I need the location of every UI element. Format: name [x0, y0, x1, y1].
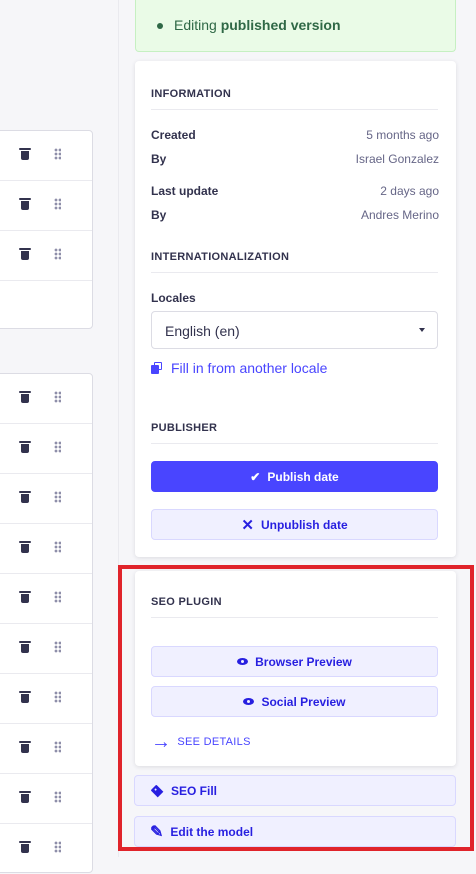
list-item — [0, 724, 92, 774]
trash-icon[interactable] — [19, 148, 31, 160]
list-item — [0, 474, 92, 524]
list-item — [0, 131, 92, 181]
drag-handle-icon[interactable] — [54, 741, 61, 753]
divider — [151, 109, 438, 110]
updated-by-label: By — [151, 208, 167, 222]
component-list-top — [0, 130, 93, 329]
locale-select-value: English (en) — [165, 323, 240, 339]
see-details-link[interactable]: → SEE DETAILS — [151, 732, 251, 752]
created-label: Created — [151, 128, 196, 142]
information-card: INFORMATION Created 5 months ago By Isra… — [135, 61, 456, 557]
drag-handle-icon[interactable] — [54, 491, 61, 503]
cross-icon: ✕ — [241, 516, 254, 534]
list-item — [0, 374, 92, 424]
browser-preview-label: Browser Preview — [255, 654, 352, 669]
browser-preview-button[interactable]: Browser Preview — [151, 646, 438, 677]
drag-handle-icon[interactable] — [54, 691, 61, 703]
copy-icon — [151, 362, 163, 374]
tag-icon — [150, 784, 164, 797]
information-heading: INFORMATION — [151, 88, 232, 100]
updated-value: 2 days ago — [380, 184, 439, 198]
trash-icon[interactable] — [19, 691, 31, 703]
seo-plugin-card: SEO PLUGIN Browser Preview Social Previe… — [135, 571, 456, 766]
created-by-label: By — [151, 152, 167, 166]
list-item — [0, 624, 92, 674]
trash-icon[interactable] — [19, 491, 31, 503]
see-details-label: SEE DETAILS — [177, 736, 251, 748]
list-item — [0, 574, 92, 624]
social-preview-label: Social Preview — [261, 694, 346, 709]
status-banner: Editing published version — [135, 0, 456, 52]
trash-icon[interactable] — [19, 741, 31, 753]
trash-icon[interactable] — [19, 441, 31, 453]
caret-down-icon — [419, 328, 425, 332]
unpublish-date-button[interactable]: ✕ Unpublish date — [151, 509, 438, 540]
drag-handle-icon[interactable] — [54, 641, 61, 653]
eye-icon — [237, 658, 249, 665]
list-item — [0, 231, 92, 281]
fill-from-locale-label: Fill in from another locale — [171, 360, 328, 376]
publish-date-button[interactable]: ✔ Publish date — [151, 461, 438, 492]
divider — [151, 617, 438, 618]
arrow-right-icon: → — [151, 731, 172, 753]
drag-handle-icon[interactable] — [54, 591, 61, 603]
list-item — [0, 824, 92, 874]
drag-handle-icon[interactable] — [54, 391, 61, 403]
trash-icon[interactable] — [19, 541, 31, 553]
drag-handle-icon[interactable] — [54, 791, 61, 803]
locale-select[interactable]: English (en) — [151, 311, 438, 349]
fill-from-locale-link[interactable]: Fill in from another locale — [151, 360, 327, 376]
divider — [151, 272, 438, 273]
seo-fill-label: SEO Fill — [171, 783, 218, 798]
updated-label: Last update — [151, 184, 219, 198]
list-item — [0, 524, 92, 574]
eye-icon — [243, 698, 255, 705]
drag-handle-icon[interactable] — [54, 248, 61, 260]
publisher-heading: PUBLISHER — [151, 422, 218, 434]
trash-icon[interactable] — [19, 198, 31, 210]
seo-fill-button[interactable]: SEO Fill — [134, 775, 456, 806]
created-value: 5 months ago — [366, 128, 439, 142]
list-item — [0, 674, 92, 724]
unpublish-date-label: Unpublish date — [260, 517, 348, 532]
divider — [151, 443, 438, 444]
check-icon: ✔ — [250, 469, 261, 484]
social-preview-button[interactable]: Social Preview — [151, 686, 438, 717]
created-by-value: Israel Gonzalez — [355, 152, 439, 166]
drag-handle-icon[interactable] — [54, 441, 61, 453]
trash-icon[interactable] — [19, 391, 31, 403]
drag-handle-icon[interactable] — [54, 198, 61, 210]
i18n-heading: INTERNATIONALIZATION — [151, 251, 290, 263]
updated-by-value: Andres Merino — [360, 208, 439, 222]
list-item — [0, 181, 92, 231]
locales-label: Locales — [151, 291, 196, 305]
component-list-bottom — [0, 373, 93, 873]
drag-handle-icon[interactable] — [54, 841, 61, 853]
trash-icon[interactable] — [19, 841, 31, 853]
trash-icon[interactable] — [19, 641, 31, 653]
edit-model-label: Edit the model — [170, 824, 254, 839]
publish-date-label: Publish date — [267, 469, 339, 484]
drag-handle-icon[interactable] — [54, 541, 61, 553]
list-item — [0, 424, 92, 474]
list-item-empty[interactable] — [0, 281, 92, 331]
trash-icon[interactable] — [19, 791, 31, 803]
content-area — [0, 0, 118, 873]
list-item — [0, 774, 92, 824]
trash-icon[interactable] — [19, 248, 31, 260]
status-dot-icon — [157, 23, 163, 29]
pencil-icon: ✎ — [150, 823, 164, 841]
status-text: Editing published version — [174, 17, 341, 33]
trash-icon[interactable] — [19, 591, 31, 603]
edit-model-button[interactable]: ✎ Edit the model — [134, 816, 456, 847]
seo-heading: SEO PLUGIN — [151, 596, 222, 608]
drag-handle-icon[interactable] — [54, 148, 61, 160]
